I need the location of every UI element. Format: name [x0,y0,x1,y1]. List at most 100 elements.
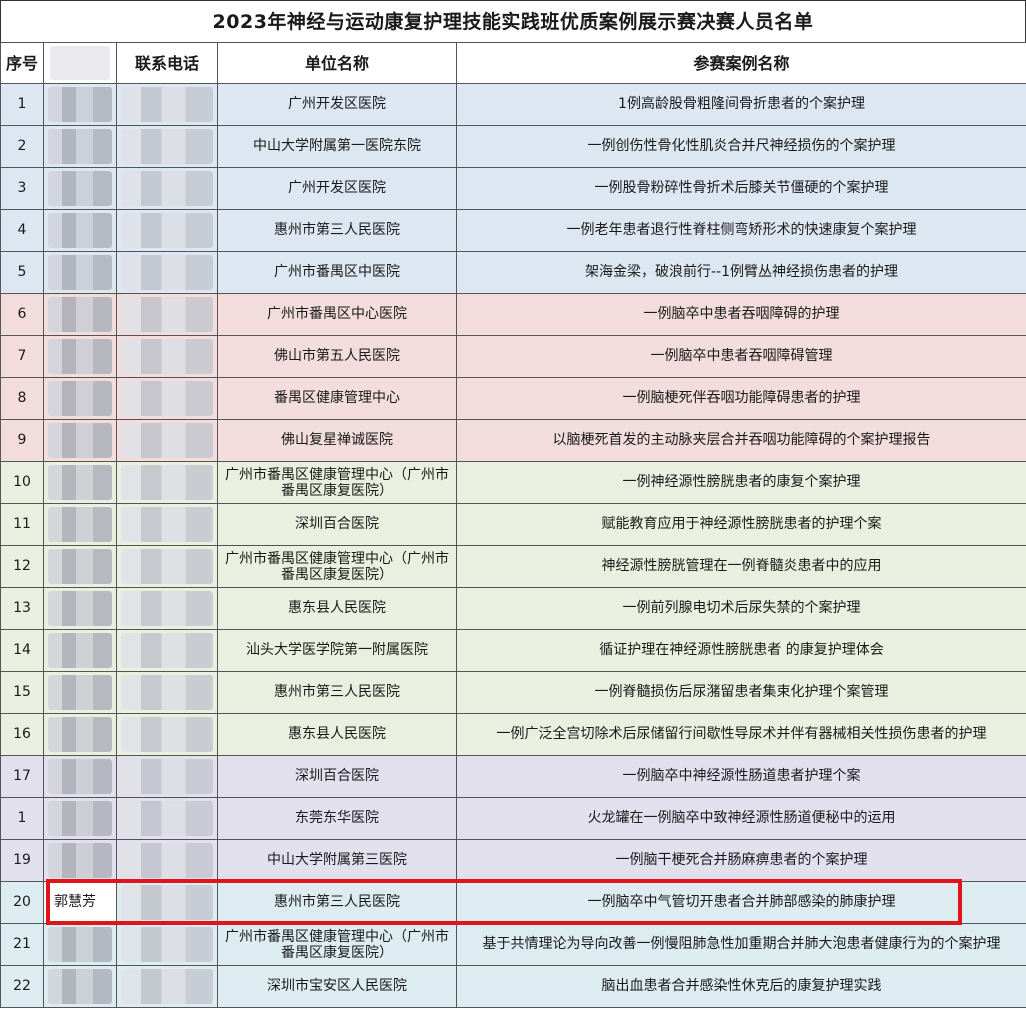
phone-number [116,335,218,378]
row-number-text: 20 [13,894,31,910]
row-number-text: 14 [13,642,31,658]
phone-number [116,839,218,882]
row-number: 8 [0,377,44,420]
unit-name: 广州开发区医院 [217,83,457,126]
phone-number [116,167,218,210]
phone-number [116,377,218,420]
table-row: 12 广州市番禺区健康管理中心（广州市番禺区康复医院） 神经源性膀胱管理在一例脊髓炎… [0,545,1026,588]
person-name: 郭慧芳 [43,881,117,924]
row-number: 2 [0,125,44,168]
case-name: 一例广泛全宫切除术后尿储留行间歇性导尿术并伴有器械相关性损伤患者的护理 [456,713,1026,756]
person-name [43,713,117,756]
table-row: 1 东莞东华医院 火龙罐在一例脑卒中致神经源性肠道便秘中的运用 [0,797,1026,840]
row-number: 1 [0,797,44,840]
case-name-text: 脑出血患者合并感染性休克后的康复护理实践 [601,978,882,994]
unit-name-text: 深圳百合医院 [295,516,379,532]
unit-name-text: 惠东县人民医院 [288,726,386,742]
row-number: 20 [0,881,44,924]
unit-name: 深圳百合医院 [217,755,457,798]
person-name [43,335,117,378]
table-row: 2 中山大学附属第一医院东院 一例创伤性骨化性肌炎合并尺神经损伤的个案护理 [0,125,1026,168]
table-row: 14 汕头大学医学院第一附属医院 循证护理在神经源性膀胱患者 的康复护理体会 [0,629,1026,672]
case-name: 1例高龄股骨粗隆间骨折患者的个案护理 [456,83,1026,126]
unit-name-text: 广州市番禺区中心医院 [267,306,407,322]
row-number-text: 22 [13,978,31,994]
unit-name: 广州市番禺区中心医院 [217,293,457,336]
unit-name-text: 汕头大学医学院第一附属医院 [246,642,428,658]
row-number-text: 2 [17,138,27,154]
unit-name: 深圳百合医院 [217,503,457,546]
phone-number [116,461,218,504]
case-name-text: 一例脑干梗死合并肠麻痹患者的个案护理 [615,852,868,868]
unit-name-text: 广州市番禺区健康管理中心（广州市番禺区康复医院） [225,928,449,961]
case-name: 一例脑干梗死合并肠麻痹患者的个案护理 [456,839,1026,882]
case-name-text: 循证护理在神经源性膀胱患者 的康复护理体会 [599,642,884,658]
table-row: 16 惠东县人民医院 一例广泛全宫切除术后尿储留行间歇性导尿术并伴有器械相关性损伤患… [0,713,1026,756]
table-row: 7 佛山市第五人民医院 一例脑卒中患者吞咽障碍管理 [0,335,1026,378]
person-name [43,923,117,966]
row-number: 16 [0,713,44,756]
unit-name: 广州开发区医院 [217,167,457,210]
unit-name: 佛山市第五人民医院 [217,335,457,378]
unit-name-text: 惠东县人民医院 [288,600,386,616]
unit-name: 惠州市第三人民医院 [217,209,457,252]
case-name-text: 以脑梗死首发的主动脉夹层合并吞咽功能障碍的个案护理报告 [552,432,931,448]
row-number-text: 16 [13,726,31,742]
phone-number [116,587,218,630]
unit-name: 东莞东华医院 [217,797,457,840]
unit-name: 惠东县人民医院 [217,713,457,756]
row-number-text: 7 [17,348,27,364]
table-row: 8 番禺区健康管理中心 一例脑梗死伴吞咽功能障碍患者的护理 [0,377,1026,420]
case-name-text: 一例广泛全宫切除术后尿储留行间歇性导尿术并伴有器械相关性损伤患者的护理 [496,726,987,742]
row-number: 17 [0,755,44,798]
row-number: 21 [0,923,44,966]
case-name-text: 火龙罐在一例脑卒中致神经源性肠道便秘中的运用 [587,810,896,826]
row-number: 9 [0,419,44,462]
unit-name: 惠州市第三人民医院 [217,671,457,714]
unit-name-text: 广州市番禺区健康管理中心（广州市番禺区康复医院） [225,466,449,499]
case-name-text: 一例脑卒中神经源性肠道患者护理个案 [622,768,861,784]
phone-number [116,629,218,672]
row-number-text: 4 [17,222,27,238]
unit-name-text: 广州开发区医院 [288,180,386,196]
person-name [43,461,117,504]
case-name-text: 一例股骨粉碎性骨折术后膝关节僵硬的个案护理 [594,180,889,196]
unit-name: 佛山复星禅诚医院 [217,419,457,462]
row-number: 1 [0,83,44,126]
table-row: 22 深圳市宝安区人民医院 脑出血患者合并感染性休克后的康复护理实践 [0,965,1026,1008]
table-row: 15 惠州市第三人民医院 一例脊髓损伤后尿潴留患者集束化护理个案管理 [0,671,1026,714]
unit-name-text: 中山大学附属第一医院东院 [253,138,421,154]
header-row: 序号 联系电话 单位名称 参赛案例名称 [0,42,1026,84]
case-name: 一例前列腺电切术后尿失禁的个案护理 [456,587,1026,630]
row-number: 13 [0,587,44,630]
case-name: 循证护理在神经源性膀胱患者 的康复护理体会 [456,629,1026,672]
unit-name: 惠州市第三人民医院 [217,881,457,924]
row-number: 10 [0,461,44,504]
person-name [43,293,117,336]
row-number-text: 9 [17,432,27,448]
case-name-text: 1例高龄股骨粗隆间骨折患者的个案护理 [618,96,865,112]
spreadsheet: 2023年神经与运动康复护理技能实践班优质案例展示赛决赛人员名单 序号 联系电话… [0,0,1026,1011]
row-number-text: 19 [13,852,31,868]
unit-name-text: 深圳百合医院 [295,768,379,784]
case-name-text: 一例前列腺电切术后尿失禁的个案护理 [622,600,861,616]
phone-number [116,965,218,1008]
case-name: 一例脑梗死伴吞咽功能障碍患者的护理 [456,377,1026,420]
person-name [43,377,117,420]
person-name [43,545,117,588]
unit-name-text: 广州开发区医院 [288,96,386,112]
person-name [43,755,117,798]
phone-number [116,713,218,756]
unit-name-text: 佛山复星禅诚医院 [281,432,393,448]
case-name: 一例脑卒中患者吞咽障碍的护理 [456,293,1026,336]
table-row: 10 广州市番禺区健康管理中心（广州市番禺区康复医院） 一例神经源性膀胱患者的康复个… [0,461,1026,504]
phone-number [116,671,218,714]
person-name [43,251,117,294]
row-number-text: 6 [17,306,27,322]
case-name-text: 一例脑卒中气管切开患者合并肺部感染的肺康护理 [587,894,896,910]
row-number: 6 [0,293,44,336]
case-name-text: 一例脑梗死伴吞咽功能障碍患者的护理 [622,390,861,406]
person-name [43,839,117,882]
row-number-text: 21 [13,936,31,952]
row-number: 22 [0,965,44,1008]
